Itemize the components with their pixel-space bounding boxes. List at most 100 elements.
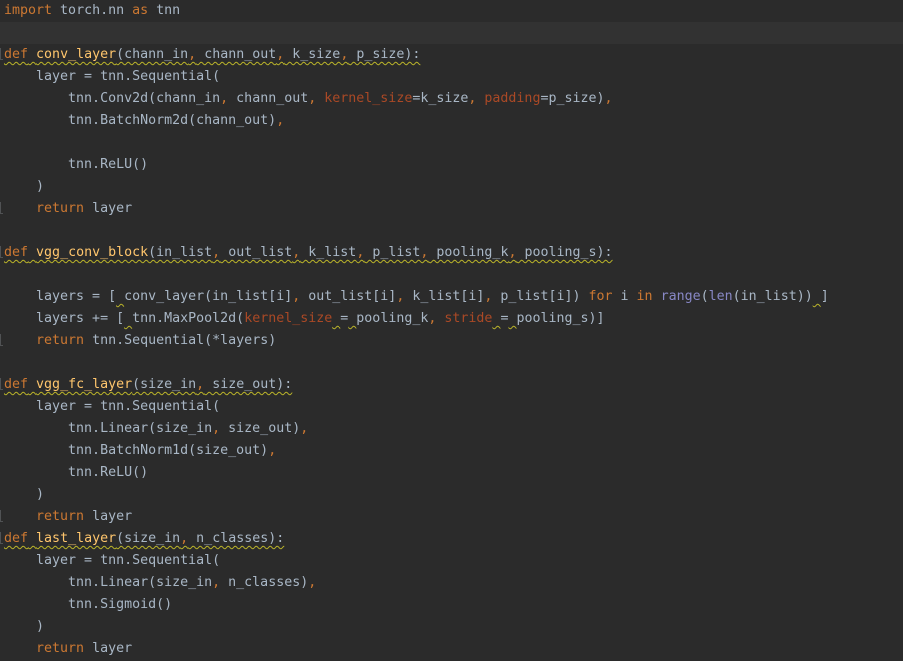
code-token: layer	[84, 201, 133, 216]
code-token: out_list[i]	[300, 289, 397, 304]
code-token: padding	[484, 91, 541, 106]
code-token: out_list	[220, 245, 293, 260]
code-token: layer = tnn.Sequential(	[4, 399, 221, 414]
code-line[interactable]: tnn.Sigmoid()	[0, 594, 903, 616]
code-token: (size_in	[116, 531, 181, 546]
code-token: chann_out	[196, 47, 277, 62]
code-line[interactable]: )	[0, 616, 903, 638]
code-token: i	[612, 289, 637, 304]
code-text: return layer	[4, 638, 132, 660]
code-token: tnn.ReLU()	[4, 465, 149, 480]
code-line[interactable]: )	[0, 484, 903, 506]
code-token: tnn.Conv2d(chann_in	[4, 91, 221, 106]
code-token: ,	[212, 245, 221, 260]
code-token: ,	[268, 443, 277, 458]
code-token: )	[4, 487, 45, 502]
fold-marker-icon[interactable]	[0, 378, 3, 390]
code-text: def conv_layer(chann_in, chann_out, k_si…	[4, 44, 420, 66]
code-line[interactable]	[0, 220, 903, 242]
code-token: p_size):	[348, 47, 421, 62]
code-token: tnn	[148, 3, 181, 18]
code-text: def vgg_fc_layer(size_in, size_out):	[4, 374, 292, 396]
code-token: ,	[180, 531, 189, 546]
fold-marker-icon[interactable]	[0, 202, 3, 214]
code-token: layer = tnn.Sequential(	[4, 553, 221, 568]
code-token: tnn.Linear(size_in	[4, 421, 213, 436]
code-text: )	[4, 616, 44, 638]
code-text: import torch.nn as tnn	[4, 0, 180, 22]
code-line[interactable]: tnn.Linear(size_in, n_classes),	[0, 572, 903, 594]
fold-marker-icon[interactable]	[0, 510, 3, 522]
code-token: torch.nn	[52, 3, 133, 18]
code-token: return	[36, 641, 85, 656]
code-token: p_list[i])	[492, 289, 589, 304]
code-token: as	[132, 3, 149, 18]
code-token: n_classes)	[220, 575, 309, 590]
code-line[interactable]: tnn.Linear(size_in, size_out),	[0, 418, 903, 440]
code-token: ,	[276, 113, 285, 128]
code-token: def	[4, 245, 29, 260]
code-line[interactable]: return layer	[0, 198, 903, 220]
code-token: vgg_conv_block	[36, 245, 149, 260]
code-text: def vgg_conv_block(in_list, out_list, k_…	[4, 242, 613, 264]
code-token: def	[4, 531, 29, 546]
code-text: tnn.Sigmoid()	[4, 594, 172, 616]
code-line[interactable]: def last_layer(size_in, n_classes):	[0, 528, 903, 550]
code-line[interactable]: tnn.ReLU()	[0, 154, 903, 176]
code-line[interactable]	[0, 352, 903, 374]
code-text: layer = tnn.Sequential(	[4, 550, 220, 572]
code-token: conv_layer(in_list[i]	[124, 289, 293, 304]
code-token: )	[4, 179, 45, 194]
code-line[interactable]	[0, 22, 903, 44]
fold-marker-icon[interactable]	[0, 532, 3, 544]
code-line[interactable]: layers = [ conv_layer(in_list[i], out_li…	[0, 286, 903, 308]
code-line[interactable]: layers += [ tnn.MaxPool2d(kernel_size = …	[0, 308, 903, 330]
code-token: return	[36, 509, 85, 524]
code-text: tnn.Conv2d(chann_in, chann_out, kernel_s…	[4, 88, 612, 110]
code-token: ,	[308, 575, 317, 590]
code-line[interactable]: tnn.BatchNorm2d(chann_out),	[0, 110, 903, 132]
code-line[interactable]: tnn.Conv2d(chann_in, chann_out, kernel_s…	[0, 88, 903, 110]
code-line[interactable]: )	[0, 176, 903, 198]
code-token: stride	[444, 311, 493, 326]
code-editor[interactable]: import torch.nn as tnn def conv_layer(cha…	[0, 0, 903, 661]
code-token: (	[700, 289, 709, 304]
code-token: kernel_size	[244, 311, 333, 326]
code-line[interactable]: return layer	[0, 638, 903, 660]
code-token: pooling_s):	[516, 245, 613, 260]
fold-marker-icon[interactable]	[0, 48, 3, 60]
fold-marker-icon[interactable]	[0, 334, 3, 346]
code-token: ,	[212, 575, 221, 590]
code-line[interactable]: def vgg_conv_block(in_list, out_list, k_…	[0, 242, 903, 264]
code-token: (size_in	[132, 377, 197, 392]
code-token: )	[4, 619, 45, 634]
code-token: size_out)	[220, 421, 301, 436]
code-token: pooling_s)]	[516, 311, 605, 326]
code-line[interactable]	[0, 132, 903, 154]
code-line[interactable]: layer = tnn.Sequential(	[0, 396, 903, 418]
code-token: size_out):	[204, 377, 293, 392]
code-text: tnn.BatchNorm2d(chann_out),	[4, 110, 284, 132]
code-line[interactable]: return tnn.Sequential(*layers)	[0, 330, 903, 352]
code-line[interactable]: layer = tnn.Sequential(	[0, 550, 903, 572]
code-line[interactable]: layer = tnn.Sequential(	[0, 66, 903, 88]
code-line[interactable]: def vgg_fc_layer(size_in, size_out):	[0, 374, 903, 396]
code-token: pooling_k	[428, 245, 509, 260]
code-line[interactable]: tnn.ReLU()	[0, 462, 903, 484]
code-token: in	[636, 289, 653, 304]
code-token: layers = [	[4, 289, 117, 304]
code-text: )	[4, 484, 44, 506]
fold-marker-icon[interactable]	[0, 246, 3, 258]
code-token: tnn.MaxPool2d(	[132, 311, 245, 326]
code-line[interactable]: import torch.nn as tnn	[0, 0, 903, 22]
code-line[interactable]: def conv_layer(chann_in, chann_out, k_si…	[0, 44, 903, 66]
code-token: return	[36, 201, 85, 216]
code-line[interactable]: tnn.BatchNorm1d(size_out),	[0, 440, 903, 462]
code-token: p_list	[364, 245, 421, 260]
code-line[interactable]: return layer	[0, 506, 903, 528]
code-line[interactable]	[0, 264, 903, 286]
